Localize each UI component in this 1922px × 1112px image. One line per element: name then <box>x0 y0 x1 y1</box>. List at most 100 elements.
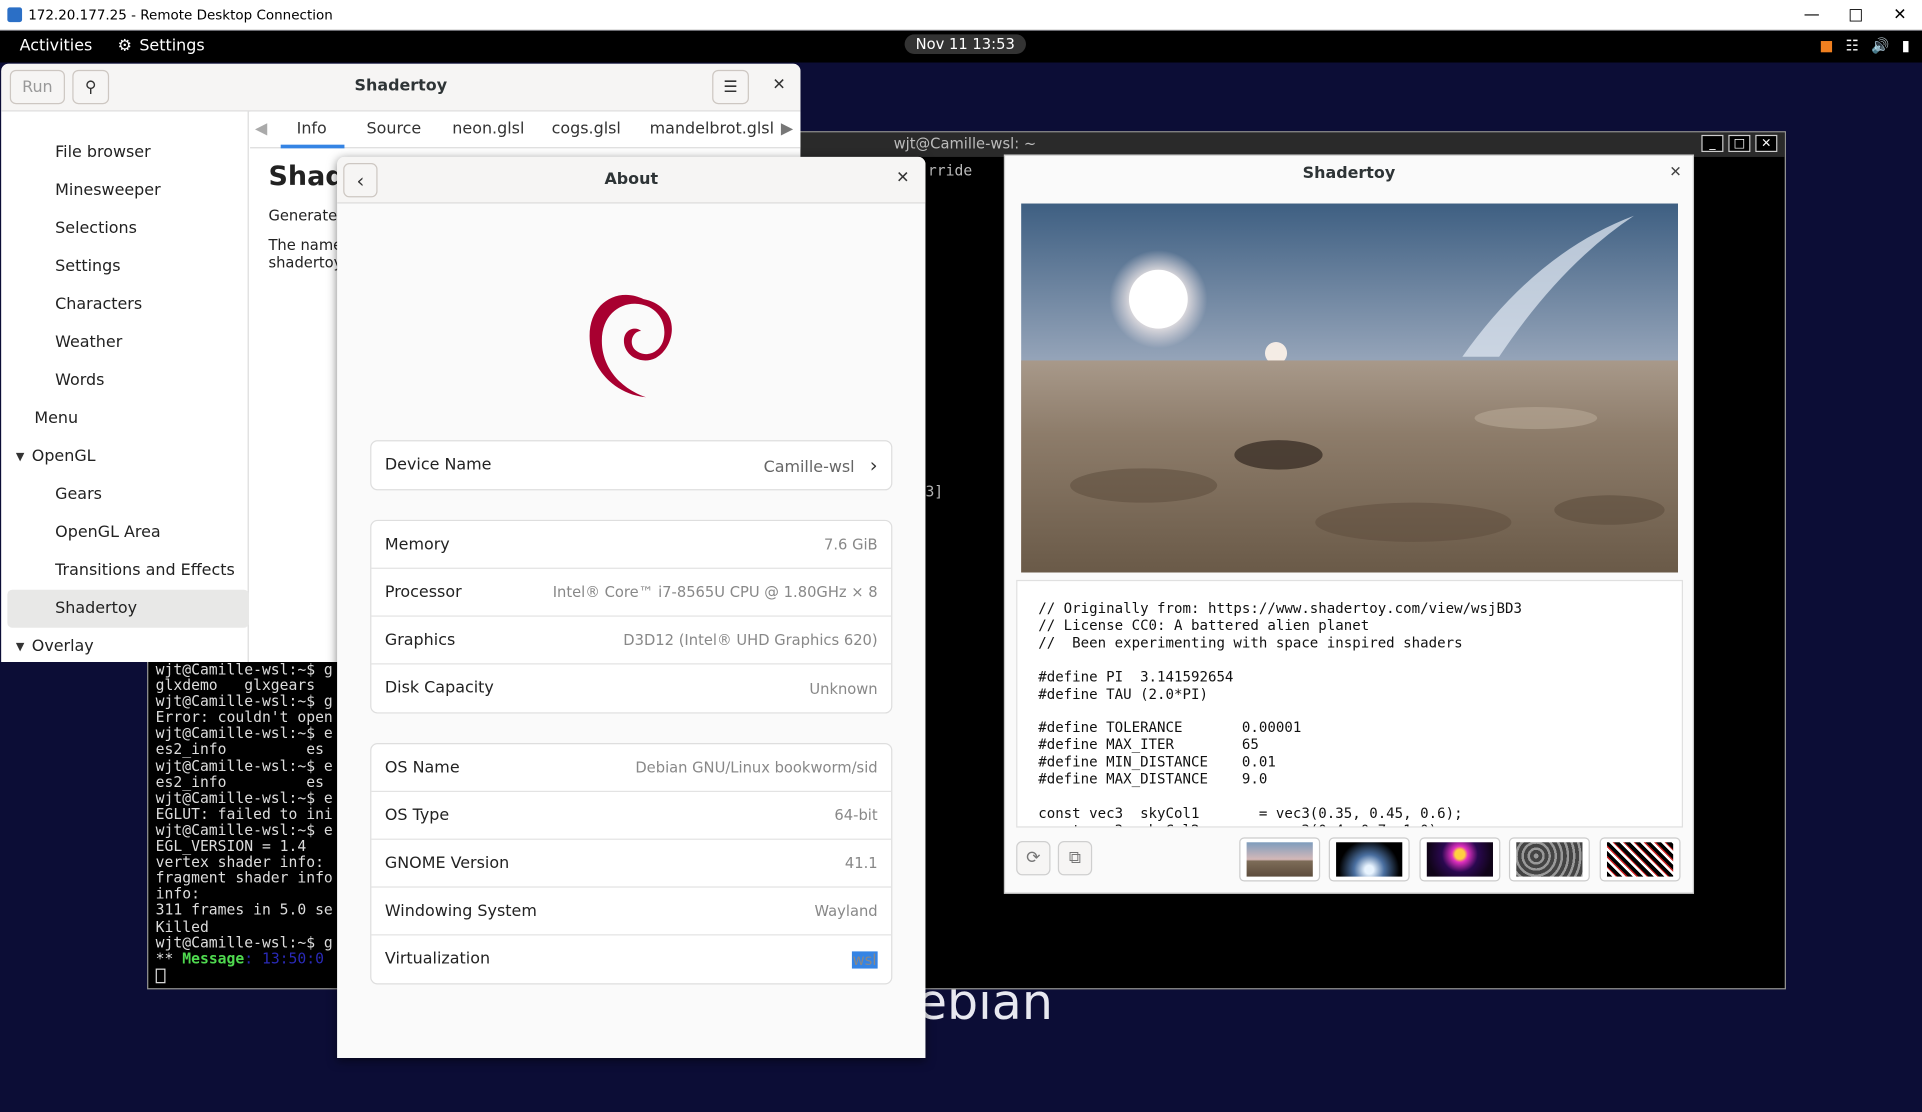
tab-mandelbrot-glsl[interactable]: mandelbrot.glsl <box>650 120 774 138</box>
message-time: : 13:50:0 <box>244 949 324 967</box>
notification-icon[interactable]: ■ <box>1819 37 1833 54</box>
sidebar-item[interactable]: Weather <box>1 324 242 362</box>
terminal-line: wjt@Camille-wsl:~$ e <box>155 821 333 839</box>
terminal-line: wjt@Camille-wsl:~$ g <box>155 660 333 678</box>
sidebar-item[interactable]: Selections <box>1 210 242 248</box>
refresh-button[interactable]: ⟳ <box>1016 841 1051 876</box>
terminal-output: wjt@Camille-wsl:~$ g glxdemo glxgears wjt@… <box>155 660 333 983</box>
demo-sidebar: File browser Minesweeper Selections Setting… <box>1 111 249 663</box>
sidebar-item[interactable]: Minesweeper <box>1 172 242 210</box>
row-label: Processor <box>384 582 462 602</box>
row-value[interactable]: 7.6 GiB <box>824 536 878 553</box>
terminal-line: EGL_VERSION = 1.4 <box>155 837 307 855</box>
screen: 172.20.177.25 - Remote Desktop Connectio… <box>0 0 1922 1112</box>
minimize-icon[interactable]: — <box>1790 0 1834 31</box>
sidebar-item-label: OpenGL <box>31 447 96 466</box>
tab-scroll-left-icon[interactable]: ◀ <box>255 120 267 138</box>
shader-preset-pattern[interactable] <box>1599 837 1681 882</box>
tab-cogs-glsl[interactable]: cogs.glsl <box>552 120 621 138</box>
gear-icon: ⚙ <box>117 36 132 56</box>
volume-icon[interactable]: 🔊 <box>1871 37 1889 54</box>
expander-triangle-icon[interactable]: ▼ <box>16 451 24 463</box>
tab-source[interactable]: Source <box>367 120 422 138</box>
sidebar-item[interactable]: Shadertoy <box>7 589 249 628</box>
row-value[interactable]: D3D12 (Intel® UHD Graphics 620) <box>623 631 877 648</box>
info-row: OS Name Debian GNU/Linux bookworm/sid <box>371 744 892 793</box>
sidebar-item[interactable]: ▼ Overlay <box>1 628 242 662</box>
gnome-topbar: Activities ⚙ Settings Nov 11 13:53 ■ ☷ 🔊… <box>0 30 1922 63</box>
menu-button[interactable]: ☰ <box>712 69 749 105</box>
row-value[interactable]: Unknown <box>809 680 877 697</box>
hardware-info-group: Memory 7.6 GiB Processor Intel® Core™ i7-85… <box>370 519 893 714</box>
shader-preset-tree[interactable] <box>1328 837 1410 882</box>
close-icon[interactable]: ✕ <box>1878 0 1922 31</box>
row-label: Virtualization <box>384 950 491 969</box>
sidebar-item[interactable]: Gears <box>1 476 242 514</box>
shader-preset-synthwave[interactable] <box>1419 837 1501 882</box>
minimize-icon[interactable]: _ <box>1701 134 1724 153</box>
row-value[interactable]: wsl <box>851 950 878 968</box>
terminal-line: vertex shader info: <box>155 853 324 871</box>
sidebar-item-label: Menu <box>34 409 79 428</box>
row-value[interactable]: Debian GNU/Linux bookworm/sid <box>635 759 877 776</box>
shader-preset-alien-planet[interactable] <box>1239 837 1321 882</box>
device-name-group[interactable]: Device Name Camille-wsl › <box>370 440 893 491</box>
expander-triangle-icon[interactable]: ▼ <box>16 641 24 653</box>
maximize-icon[interactable]: □ <box>1834 0 1878 31</box>
row-value[interactable]: 41.1 <box>845 855 878 872</box>
tab-scroll-right-icon[interactable]: ▶ <box>781 120 793 138</box>
clock[interactable]: Nov 11 13:53 <box>904 34 1026 54</box>
sidebar-item[interactable]: File browser <box>1 134 242 172</box>
message-prefix: ** <box>155 949 183 967</box>
row-label: Graphics <box>384 630 456 650</box>
shadertoy-window[interactable]: Shadertoy ✕ // Originally from: https://… <box>1003 154 1695 894</box>
sidebar-item-label: Weather <box>55 333 123 352</box>
close-icon[interactable]: ✕ <box>1669 163 1681 180</box>
row-value[interactable]: Intel® Core™ i7-8565U CPU @ 1.80GHz × 8 <box>553 584 878 601</box>
terminal-line: info: <box>155 885 200 903</box>
sidebar-item-label: Words <box>55 371 105 390</box>
terminal-cursor[interactable] <box>155 968 166 983</box>
row-value[interactable]: Wayland <box>815 902 878 919</box>
hamburger-menu-icon: ☰ <box>723 77 738 97</box>
sidebar-item[interactable]: Menu <box>1 400 242 438</box>
terminal-line: wjt@Camille-wsl:~$ e <box>155 725 333 743</box>
sidebar-item[interactable]: Characters <box>1 286 242 324</box>
shader-source-editor[interactable]: // Originally from: https://www.shaderto… <box>1016 579 1683 828</box>
sidebar-item[interactable]: Transitions and Effects <box>1 552 242 590</box>
shader-preset-hexagons[interactable] <box>1508 837 1590 882</box>
device-name-row[interactable]: Device Name Camille-wsl › <box>371 441 891 489</box>
code-line: #define TOLERANCE 0.00001 <box>1038 718 1302 736</box>
info-row: Graphics D3D12 (Intel® UHD Graphics 620) <box>371 617 892 665</box>
system-tray[interactable]: ■ ☷ 🔊 ▮ <box>1819 37 1909 54</box>
sidebar-item[interactable]: OpenGL Area <box>1 514 242 552</box>
tab-info[interactable]: Info <box>280 120 344 149</box>
settings-app-menu[interactable]: ⚙ Settings <box>118 37 205 55</box>
info-row: GNOME Version 41.1 <box>371 840 892 888</box>
settings-label: Settings <box>139 36 205 56</box>
sidebar-item-label: Selections <box>55 219 137 238</box>
clear-button[interactable]: ⧉ <box>1057 841 1093 876</box>
close-icon[interactable]: ✕ <box>772 76 785 94</box>
about-dialog[interactable]: ‹ About ✕ Device Name Camille-wsl › Memo… <box>337 156 926 1059</box>
network-icon[interactable]: ☷ <box>1846 37 1859 54</box>
sidebar-item[interactable]: Words <box>1 362 242 400</box>
close-icon[interactable]: ✕ <box>896 169 909 187</box>
close-icon[interactable]: ✕ <box>1755 134 1778 153</box>
battery-icon[interactable]: ▮ <box>1902 37 1910 54</box>
sidebar-item-label: Settings <box>55 257 121 276</box>
headerbar: Run ⚲ Shadertoy ☰ ✕ <box>1 63 801 112</box>
about-headerbar: ‹ About ✕ <box>337 156 926 204</box>
activities-button[interactable]: Activities <box>20 37 93 55</box>
tab-neon-glsl[interactable]: neon.glsl <box>452 120 524 138</box>
row-label: Windowing System <box>384 901 537 921</box>
maximize-icon[interactable]: □ <box>1728 134 1751 153</box>
sidebar-item[interactable]: Settings <box>1 248 242 286</box>
sidebar-item[interactable]: ▼ OpenGL <box>1 438 242 476</box>
row-value[interactable]: 64-bit <box>834 807 877 824</box>
code-line: #define MAX_DISTANCE 9.0 <box>1038 769 1268 788</box>
row-label: Device Name <box>384 456 492 475</box>
terminal-message-line: ** Message: 13:50:0 <box>155 949 333 967</box>
refresh-icon: ⟳ <box>1026 848 1041 869</box>
row-label: Disk Capacity <box>384 679 494 698</box>
